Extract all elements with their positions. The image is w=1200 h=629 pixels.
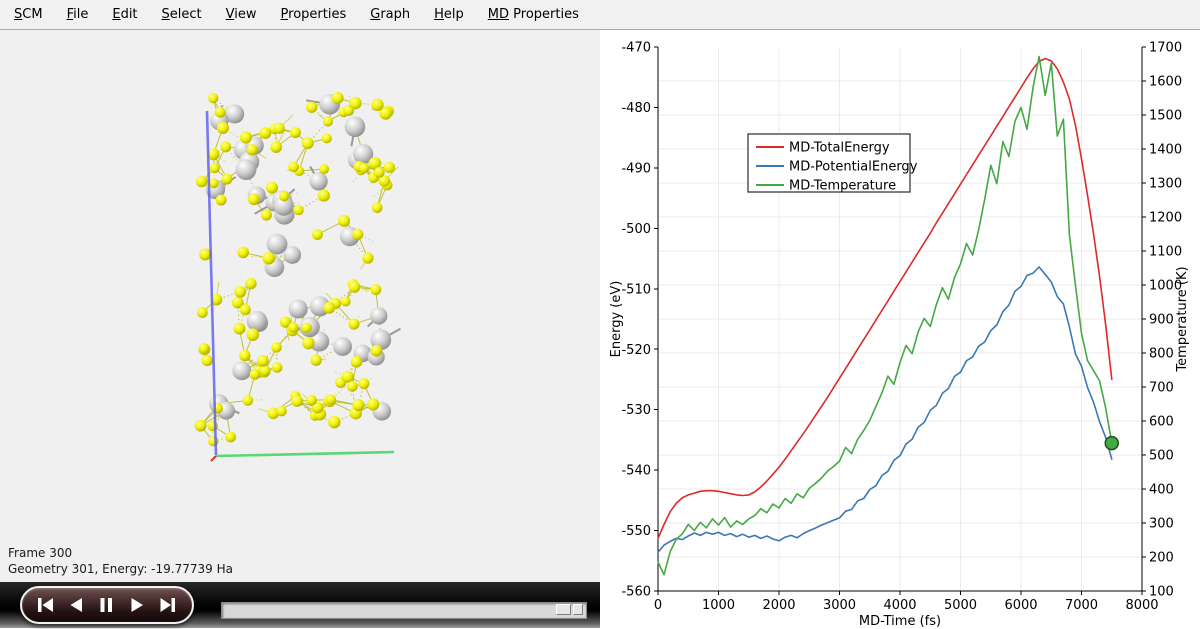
frame-slider[interactable] [221, 602, 587, 619]
legend-label: MD-Temperature [789, 179, 896, 194]
menu-mnemonic: H [434, 7, 444, 22]
legend: MD-TotalEnergy MD-PotentialEnergy MD-Tempe… [748, 134, 918, 194]
menu-help[interactable]: Help [422, 0, 476, 29]
y-right-tick-label: 1100 [1149, 245, 1182, 260]
y-right-tick-label: 900 [1149, 313, 1174, 328]
y-right-tick-label: 1400 [1149, 143, 1182, 158]
step-back-button[interactable] [67, 597, 86, 613]
md-graph-panel: 0 1000 2000 3000 4000 5000 6000 7000 8000 -470 -48… [600, 30, 1200, 628]
y-left-tick-label: -510 [621, 282, 651, 297]
y-left-tick-label: -550 [621, 524, 651, 539]
pause-icon [97, 597, 116, 613]
geometry-energy-label: Geometry 301, Energy: -19.77739 Ha [8, 561, 233, 577]
x-tick-label: 8000 [1125, 598, 1158, 613]
amsmovie-window: SCMFileEditSelectViewPropertiesGraphHelp… [0, 0, 1200, 629]
y-right-tick-label: 1500 [1149, 109, 1182, 124]
y-right-tick-label: 1300 [1149, 177, 1182, 192]
series-md-totalenergy [658, 59, 1112, 539]
molecule-3d-viewport[interactable]: Frame 300 Geometry 301, Energy: -19.7773… [0, 30, 600, 582]
y-left-tick-label: -560 [621, 585, 651, 600]
x-tick-label: 5000 [944, 598, 977, 613]
y-left-tick-label: -540 [621, 464, 651, 479]
x-tick-label: 7000 [1065, 598, 1098, 613]
y-right-tick-label: 200 [1149, 551, 1174, 566]
menu-edit[interactable]: Edit [100, 0, 149, 29]
menu-graph[interactable]: Graph [358, 0, 422, 29]
menu-file[interactable]: File [55, 0, 101, 29]
y-right-tick-label: 300 [1149, 517, 1174, 532]
menu-mnemonic: S [162, 7, 170, 22]
menu-view[interactable]: View [214, 0, 269, 29]
menu-md-properties[interactable]: MD Properties [476, 0, 591, 29]
y-right-tick-label: 1200 [1149, 211, 1182, 226]
menu-mnemonic: F [67, 7, 74, 22]
y-left-tick-label: -530 [621, 403, 651, 418]
molecule-render [0, 30, 600, 582]
frame-slider-thumb[interactable] [556, 604, 583, 615]
menu-bar: SCMFileEditSelectViewPropertiesGraphHelp… [0, 0, 1200, 30]
y-right-tick-label: 1700 [1149, 41, 1182, 56]
series-md-potentialenergy [658, 267, 1112, 552]
x-tick-label: 4000 [883, 598, 916, 613]
menu-mnemonic: G [370, 7, 380, 22]
grid-lines [658, 47, 1142, 591]
molecule-viewer-panel: Frame 300 Geometry 301, Energy: -19.7773… [0, 30, 600, 628]
y-right-axis-title: Temperature (K) [1175, 266, 1190, 372]
y-left-tick-label: -500 [621, 222, 651, 237]
skip-to-start-button[interactable] [36, 597, 55, 613]
legend-label: MD-PotentialEnergy [789, 160, 918, 175]
menu-mnemonic: S [14, 7, 22, 22]
frame-slider-thumb-grip[interactable] [556, 604, 571, 615]
step-back-icon [67, 597, 86, 613]
pause-button[interactable] [97, 597, 116, 613]
play-icon [128, 597, 147, 613]
x-tick-label: 6000 [1004, 598, 1037, 613]
play-button[interactable] [128, 597, 147, 613]
menu-mnemonic: MD [488, 7, 509, 22]
y-left-tick-label: -490 [621, 161, 651, 176]
main-area: Frame 300 Geometry 301, Energy: -19.7773… [0, 30, 1200, 628]
y-right-tick-label: 700 [1149, 381, 1174, 396]
y-right-tick-label: 600 [1149, 415, 1174, 430]
frame-info: Frame 300 Geometry 301, Energy: -19.7773… [8, 545, 233, 577]
md-graph[interactable]: 0 1000 2000 3000 4000 5000 6000 7000 8000 -470 -48… [600, 30, 1200, 628]
legend-label: MD-TotalEnergy [789, 141, 890, 156]
x-tick-label: 3000 [823, 598, 856, 613]
y-right-tick-label: 500 [1149, 449, 1174, 464]
menu-select[interactable]: Select [150, 0, 214, 29]
skip-to-start-icon [36, 597, 55, 613]
x-tick-label: 0 [654, 598, 662, 613]
y-right-tick-label: 100 [1149, 585, 1174, 600]
menu-properties[interactable]: Properties [269, 0, 359, 29]
y-right-tick-label: 400 [1149, 483, 1174, 498]
y-left-axis-title: Energy (eV) [609, 281, 624, 358]
skip-to-end-icon [159, 597, 178, 613]
y-right-tick-label: 800 [1149, 347, 1174, 362]
menu-scm[interactable]: SCM [2, 0, 55, 29]
skip-to-end-button[interactable] [159, 597, 178, 613]
menu-mnemonic: P [281, 7, 289, 22]
y-left-tick-label: -520 [621, 343, 651, 358]
current-frame-marker[interactable] [1105, 437, 1118, 450]
frame-slider-thumb-grip[interactable] [573, 604, 583, 615]
y-right-tick-label: 1600 [1149, 75, 1182, 90]
frame-label: Frame 300 [8, 545, 233, 561]
y-left-tick-label: -470 [621, 41, 651, 56]
x-axis-title: MD-Time (fs) [859, 614, 941, 628]
playback-bar [0, 582, 600, 628]
menu-mnemonic: E [112, 7, 120, 22]
y-left-tick-label: -480 [621, 101, 651, 116]
menu-mnemonic: V [226, 7, 235, 22]
playback-controls [20, 586, 194, 624]
x-tick-label: 1000 [702, 598, 735, 613]
x-tick-label: 2000 [762, 598, 795, 613]
